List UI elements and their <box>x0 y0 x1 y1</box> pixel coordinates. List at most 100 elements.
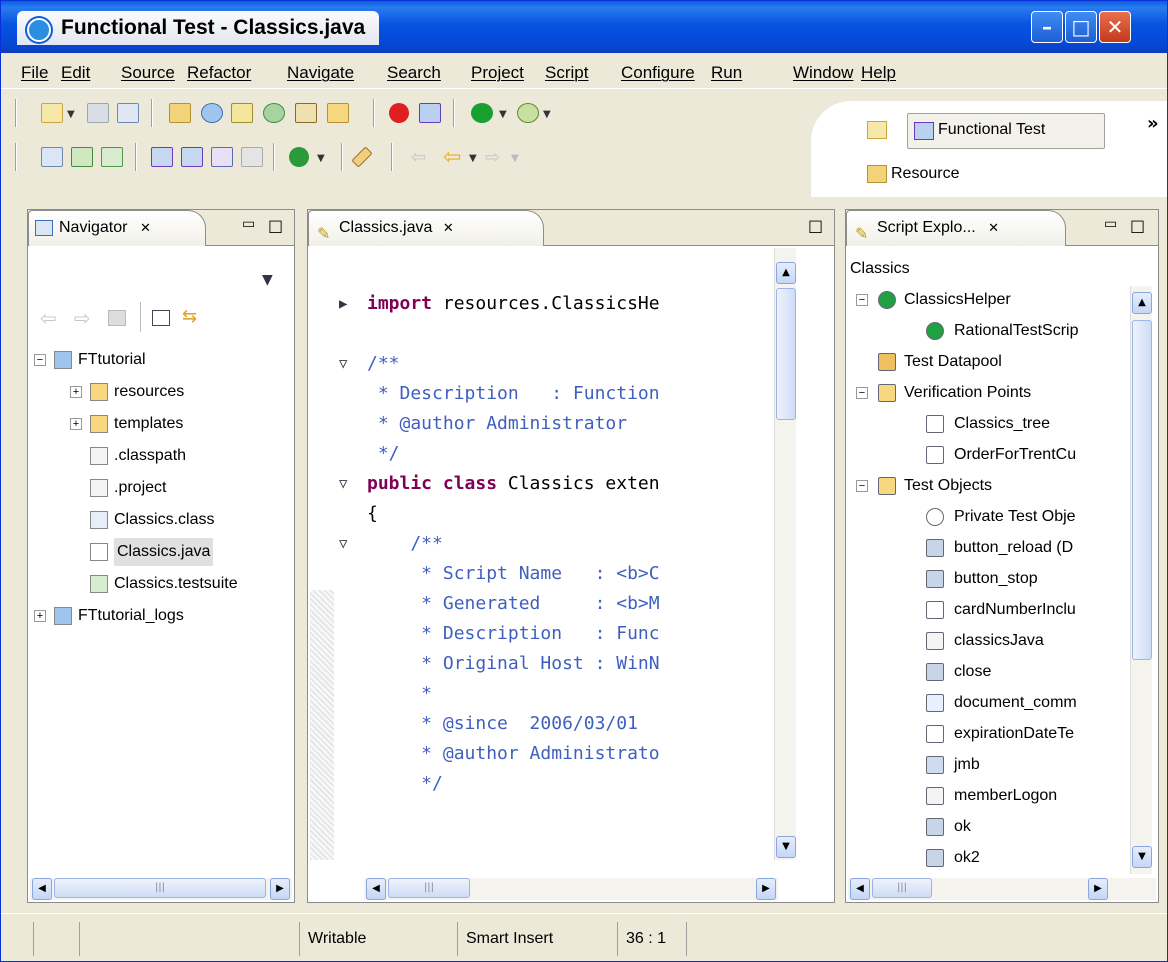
verification-point-icon[interactable] <box>41 147 63 167</box>
code-line[interactable]: * @author Administrato <box>367 739 659 769</box>
code-line[interactable]: * Original Host : WinN <box>367 649 659 679</box>
collapse-toggle-icon[interactable]: − <box>856 387 868 399</box>
back-dropdown-icon[interactable]: ▼ <box>469 153 477 164</box>
minimize-view-icon[interactable]: ▭ <box>242 216 255 232</box>
forward-arrow-icon[interactable]: ⇨ <box>485 147 500 168</box>
code-line[interactable]: * Generated : <b>M <box>367 589 659 619</box>
code-line[interactable]: */ <box>367 439 400 469</box>
new-project-icon[interactable] <box>169 103 191 123</box>
collapse-all-icon[interactable] <box>152 310 170 326</box>
navigator-tab[interactable]: Navigator ✕ <box>28 210 206 246</box>
expand-toggle-icon[interactable]: + <box>70 418 82 430</box>
script-explorer-tab[interactable]: ✎ Script Explo... ✕ <box>846 210 1066 246</box>
menu-navigate[interactable]: Navigate <box>287 63 354 83</box>
code-line[interactable]: /** ▽ <box>339 529 443 559</box>
code-line[interactable]: import resources.ClassicsHe ▶ <box>339 289 660 319</box>
scroll-up-button[interactable]: ▲ <box>1132 292 1152 314</box>
menu-edit[interactable]: Edit <box>61 63 90 83</box>
script-explorer-vertical-scrollbar[interactable]: ▲ ▼ <box>1130 286 1152 874</box>
code-line[interactable]: { <box>367 499 378 529</box>
collapse-toggle-icon[interactable]: − <box>856 480 868 492</box>
maximize-editor-icon[interactable]: □ <box>808 216 823 235</box>
close-button[interactable]: ✕ <box>1099 11 1131 43</box>
record-icon[interactable] <box>389 103 409 123</box>
run-icon[interactable] <box>471 103 493 123</box>
script-support-icon[interactable] <box>71 147 93 167</box>
open-perspective-icon[interactable] <box>867 121 887 139</box>
insert-vp-icon[interactable] <box>181 147 203 167</box>
scroll-thumb[interactable]: ||| <box>388 878 470 898</box>
close-tab-icon[interactable]: ✕ <box>140 220 151 235</box>
link-with-editor-icon[interactable]: ⇆ <box>182 306 197 327</box>
menu-search[interactable]: Search <box>387 63 441 83</box>
code-line[interactable]: * Description : Function <box>367 379 660 409</box>
scroll-down-button[interactable]: ▼ <box>776 836 796 858</box>
debug-icon[interactable] <box>517 103 539 123</box>
minimize-view-icon[interactable]: ▭ <box>1104 216 1117 232</box>
scroll-left-button[interactable]: ◀ <box>850 878 870 900</box>
find-literals-icon[interactable] <box>241 147 263 167</box>
script-explorer-horizontal-scrollbar[interactable]: ◀ ||| ▶ <box>848 878 1156 900</box>
save-icon[interactable] <box>87 103 109 123</box>
editor-horizontal-scrollbar[interactable]: ◀ ||| ▶ <box>364 878 778 900</box>
menu-refactor[interactable]: Refactor <box>187 63 251 83</box>
scroll-thumb[interactable]: ||| <box>872 878 932 898</box>
code-line[interactable]: /** ▽ <box>339 349 400 379</box>
back-icon[interactable]: ⇦ <box>40 306 57 330</box>
debug-dropdown-icon[interactable]: ▼ <box>543 109 551 120</box>
forward-icon[interactable]: ⇨ <box>74 306 91 330</box>
back-arrow-icon[interactable]: ⇦ <box>443 145 461 170</box>
close-tab-icon[interactable]: ✕ <box>443 220 454 235</box>
scroll-thumb[interactable] <box>1132 320 1152 660</box>
collapse-toggle-icon[interactable]: − <box>34 354 46 366</box>
maximize-view-icon[interactable]: □ <box>1130 216 1145 235</box>
scroll-right-button[interactable]: ▶ <box>1088 878 1108 900</box>
new-test-object-icon[interactable] <box>263 103 285 123</box>
menu-project[interactable]: Project <box>471 63 524 83</box>
scroll-down-button[interactable]: ▼ <box>1132 846 1152 868</box>
menu-help[interactable]: Help <box>861 63 896 83</box>
run-configurations-icon[interactable] <box>289 147 309 167</box>
scroll-right-button[interactable]: ▶ <box>270 878 290 900</box>
resource-perspective-label[interactable]: Resource <box>891 165 959 183</box>
new-dropdown-icon[interactable]: ▼ <box>67 109 75 120</box>
up-icon[interactable] <box>108 310 126 326</box>
folding-collapse-icon[interactable]: ▽ <box>339 469 347 499</box>
insert-recording-icon[interactable] <box>419 103 441 123</box>
last-edit-location-icon[interactable]: ⇦ <box>411 147 426 168</box>
code-line[interactable]: * @since 2006/03/01 <box>367 709 638 739</box>
minimize-button[interactable]: – <box>1031 11 1063 43</box>
new-script-icon[interactable] <box>201 103 223 123</box>
print-icon[interactable] <box>117 103 139 123</box>
new-folder-icon[interactable] <box>327 103 349 123</box>
menu-source[interactable]: Source <box>121 63 175 83</box>
new-helper-icon[interactable] <box>231 103 253 123</box>
view-menu-icon[interactable]: ▼ <box>262 272 273 288</box>
code-editor[interactable]: import resources.ClassicsHe ▶ /** ▽ * Descr… <box>337 259 781 793</box>
scroll-right-button[interactable]: ▶ <box>756 878 776 900</box>
run-dropdown-icon[interactable]: ▼ <box>499 109 507 120</box>
menu-window[interactable]: Window <box>793 63 853 83</box>
navigator-horizontal-scrollbar[interactable]: ◀ ||| ▶ <box>30 878 292 900</box>
expand-toggle-icon[interactable]: + <box>70 386 82 398</box>
maximize-button[interactable]: □ <box>1065 11 1097 43</box>
code-line[interactable]: * <box>367 679 432 709</box>
new-datapool-icon[interactable] <box>295 103 317 123</box>
resource-perspective-icon[interactable] <box>867 165 887 183</box>
more-perspectives-button[interactable]: » <box>1147 113 1159 134</box>
code-line[interactable]: * Description : Func <box>367 619 659 649</box>
code-line[interactable]: * @author Administrator <box>367 409 627 439</box>
folding-expand-icon[interactable]: ▶ <box>339 289 347 319</box>
menu-script[interactable]: Script <box>545 63 588 83</box>
title-bar[interactable]: Functional Test - Classics.java – □ ✕ <box>1 1 1167 53</box>
pen-icon[interactable] <box>351 146 373 168</box>
run-configurations-dropdown-icon[interactable]: ▼ <box>317 153 325 164</box>
scroll-left-button[interactable]: ◀ <box>366 878 386 900</box>
insert-test-object-icon[interactable] <box>151 147 173 167</box>
new-icon[interactable] <box>41 103 63 123</box>
functional-test-perspective-button[interactable]: Functional Test <box>907 113 1105 149</box>
folding-collapse-icon[interactable]: ▽ <box>339 529 347 559</box>
scroll-thumb[interactable]: ||| <box>54 878 266 898</box>
scroll-left-button[interactable]: ◀ <box>32 878 52 900</box>
expand-toggle-icon[interactable]: + <box>34 610 46 622</box>
